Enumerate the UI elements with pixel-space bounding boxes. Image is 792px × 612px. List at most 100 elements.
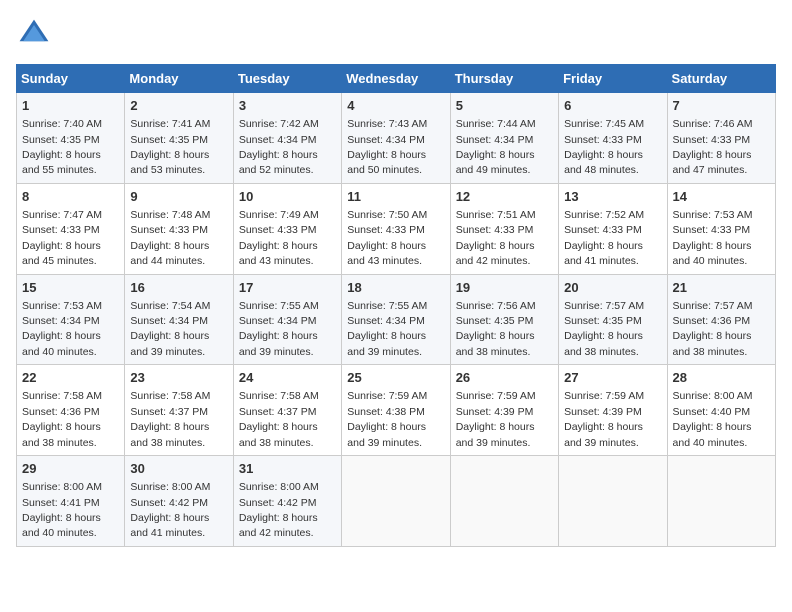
day-number: 23 [130, 369, 227, 387]
calendar-week-3: 15 Sunrise: 7:53 AMSunset: 4:34 PMDaylig… [17, 274, 776, 365]
day-info: Sunrise: 7:47 AMSunset: 4:33 PMDaylight:… [22, 209, 102, 267]
day-info: Sunrise: 7:40 AMSunset: 4:35 PMDaylight:… [22, 118, 102, 176]
calendar-header-tuesday: Tuesday [233, 65, 341, 93]
calendar-cell: 10 Sunrise: 7:49 AMSunset: 4:33 PMDaylig… [233, 183, 341, 274]
page-header [16, 16, 776, 52]
day-info: Sunrise: 7:46 AMSunset: 4:33 PMDaylight:… [673, 118, 753, 176]
day-number: 6 [564, 97, 661, 115]
day-info: Sunrise: 7:53 AMSunset: 4:33 PMDaylight:… [673, 209, 753, 267]
calendar-cell: 6 Sunrise: 7:45 AMSunset: 4:33 PMDayligh… [559, 93, 667, 184]
day-number: 25 [347, 369, 444, 387]
calendar-cell: 12 Sunrise: 7:51 AMSunset: 4:33 PMDaylig… [450, 183, 558, 274]
day-number: 11 [347, 188, 444, 206]
calendar-cell: 9 Sunrise: 7:48 AMSunset: 4:33 PMDayligh… [125, 183, 233, 274]
calendar-week-4: 22 Sunrise: 7:58 AMSunset: 4:36 PMDaylig… [17, 365, 776, 456]
day-info: Sunrise: 8:00 AMSunset: 4:40 PMDaylight:… [673, 390, 753, 448]
day-info: Sunrise: 8:00 AMSunset: 4:42 PMDaylight:… [130, 481, 210, 539]
calendar-cell [559, 456, 667, 547]
calendar-cell: 19 Sunrise: 7:56 AMSunset: 4:35 PMDaylig… [450, 274, 558, 365]
day-info: Sunrise: 7:56 AMSunset: 4:35 PMDaylight:… [456, 300, 536, 358]
logo-icon [16, 16, 52, 52]
calendar-table: SundayMondayTuesdayWednesdayThursdayFrid… [16, 64, 776, 547]
day-number: 12 [456, 188, 553, 206]
day-number: 1 [22, 97, 119, 115]
day-number: 15 [22, 279, 119, 297]
day-number: 29 [22, 460, 119, 478]
calendar-week-2: 8 Sunrise: 7:47 AMSunset: 4:33 PMDayligh… [17, 183, 776, 274]
day-number: 28 [673, 369, 770, 387]
day-info: Sunrise: 7:55 AMSunset: 4:34 PMDaylight:… [239, 300, 319, 358]
day-number: 9 [130, 188, 227, 206]
day-info: Sunrise: 7:59 AMSunset: 4:39 PMDaylight:… [564, 390, 644, 448]
day-info: Sunrise: 7:59 AMSunset: 4:38 PMDaylight:… [347, 390, 427, 448]
calendar-header-saturday: Saturday [667, 65, 775, 93]
day-info: Sunrise: 7:45 AMSunset: 4:33 PMDaylight:… [564, 118, 644, 176]
day-number: 14 [673, 188, 770, 206]
day-number: 27 [564, 369, 661, 387]
day-info: Sunrise: 7:44 AMSunset: 4:34 PMDaylight:… [456, 118, 536, 176]
day-number: 24 [239, 369, 336, 387]
calendar-cell: 4 Sunrise: 7:43 AMSunset: 4:34 PMDayligh… [342, 93, 450, 184]
calendar-cell: 29 Sunrise: 8:00 AMSunset: 4:41 PMDaylig… [17, 456, 125, 547]
day-info: Sunrise: 7:54 AMSunset: 4:34 PMDaylight:… [130, 300, 210, 358]
day-number: 18 [347, 279, 444, 297]
day-number: 3 [239, 97, 336, 115]
day-info: Sunrise: 7:42 AMSunset: 4:34 PMDaylight:… [239, 118, 319, 176]
calendar-cell: 15 Sunrise: 7:53 AMSunset: 4:34 PMDaylig… [17, 274, 125, 365]
calendar-cell [450, 456, 558, 547]
calendar-cell [667, 456, 775, 547]
calendar-header-wednesday: Wednesday [342, 65, 450, 93]
day-number: 13 [564, 188, 661, 206]
calendar-cell: 11 Sunrise: 7:50 AMSunset: 4:33 PMDaylig… [342, 183, 450, 274]
calendar-cell: 24 Sunrise: 7:58 AMSunset: 4:37 PMDaylig… [233, 365, 341, 456]
day-number: 21 [673, 279, 770, 297]
calendar-week-5: 29 Sunrise: 8:00 AMSunset: 4:41 PMDaylig… [17, 456, 776, 547]
calendar-cell: 17 Sunrise: 7:55 AMSunset: 4:34 PMDaylig… [233, 274, 341, 365]
calendar-header-thursday: Thursday [450, 65, 558, 93]
calendar-header-sunday: Sunday [17, 65, 125, 93]
calendar-cell: 18 Sunrise: 7:55 AMSunset: 4:34 PMDaylig… [342, 274, 450, 365]
calendar-cell: 27 Sunrise: 7:59 AMSunset: 4:39 PMDaylig… [559, 365, 667, 456]
calendar-cell: 3 Sunrise: 7:42 AMSunset: 4:34 PMDayligh… [233, 93, 341, 184]
calendar-cell: 21 Sunrise: 7:57 AMSunset: 4:36 PMDaylig… [667, 274, 775, 365]
calendar-cell: 25 Sunrise: 7:59 AMSunset: 4:38 PMDaylig… [342, 365, 450, 456]
day-number: 31 [239, 460, 336, 478]
day-number: 2 [130, 97, 227, 115]
calendar-cell: 8 Sunrise: 7:47 AMSunset: 4:33 PMDayligh… [17, 183, 125, 274]
day-info: Sunrise: 7:58 AMSunset: 4:36 PMDaylight:… [22, 390, 102, 448]
calendar-cell: 1 Sunrise: 7:40 AMSunset: 4:35 PMDayligh… [17, 93, 125, 184]
day-number: 17 [239, 279, 336, 297]
day-info: Sunrise: 7:50 AMSunset: 4:33 PMDaylight:… [347, 209, 427, 267]
calendar-header-monday: Monday [125, 65, 233, 93]
day-info: Sunrise: 7:59 AMSunset: 4:39 PMDaylight:… [456, 390, 536, 448]
calendar-cell: 13 Sunrise: 7:52 AMSunset: 4:33 PMDaylig… [559, 183, 667, 274]
calendar-cell: 14 Sunrise: 7:53 AMSunset: 4:33 PMDaylig… [667, 183, 775, 274]
day-number: 19 [456, 279, 553, 297]
day-info: Sunrise: 7:57 AMSunset: 4:36 PMDaylight:… [673, 300, 753, 358]
day-info: Sunrise: 7:55 AMSunset: 4:34 PMDaylight:… [347, 300, 427, 358]
day-info: Sunrise: 7:52 AMSunset: 4:33 PMDaylight:… [564, 209, 644, 267]
calendar-cell: 5 Sunrise: 7:44 AMSunset: 4:34 PMDayligh… [450, 93, 558, 184]
calendar-cell: 20 Sunrise: 7:57 AMSunset: 4:35 PMDaylig… [559, 274, 667, 365]
calendar-cell: 26 Sunrise: 7:59 AMSunset: 4:39 PMDaylig… [450, 365, 558, 456]
calendar-cell: 31 Sunrise: 8:00 AMSunset: 4:42 PMDaylig… [233, 456, 341, 547]
day-number: 8 [22, 188, 119, 206]
day-info: Sunrise: 7:43 AMSunset: 4:34 PMDaylight:… [347, 118, 427, 176]
day-number: 16 [130, 279, 227, 297]
calendar-week-1: 1 Sunrise: 7:40 AMSunset: 4:35 PMDayligh… [17, 93, 776, 184]
calendar-cell: 28 Sunrise: 8:00 AMSunset: 4:40 PMDaylig… [667, 365, 775, 456]
day-number: 30 [130, 460, 227, 478]
day-info: Sunrise: 7:51 AMSunset: 4:33 PMDaylight:… [456, 209, 536, 267]
calendar-cell: 22 Sunrise: 7:58 AMSunset: 4:36 PMDaylig… [17, 365, 125, 456]
calendar-cell [342, 456, 450, 547]
day-number: 10 [239, 188, 336, 206]
calendar-cell: 16 Sunrise: 7:54 AMSunset: 4:34 PMDaylig… [125, 274, 233, 365]
day-info: Sunrise: 7:48 AMSunset: 4:33 PMDaylight:… [130, 209, 210, 267]
day-info: Sunrise: 8:00 AMSunset: 4:42 PMDaylight:… [239, 481, 319, 539]
day-number: 5 [456, 97, 553, 115]
day-number: 4 [347, 97, 444, 115]
day-info: Sunrise: 7:49 AMSunset: 4:33 PMDaylight:… [239, 209, 319, 267]
day-number: 20 [564, 279, 661, 297]
day-info: Sunrise: 7:58 AMSunset: 4:37 PMDaylight:… [239, 390, 319, 448]
calendar-header-friday: Friday [559, 65, 667, 93]
